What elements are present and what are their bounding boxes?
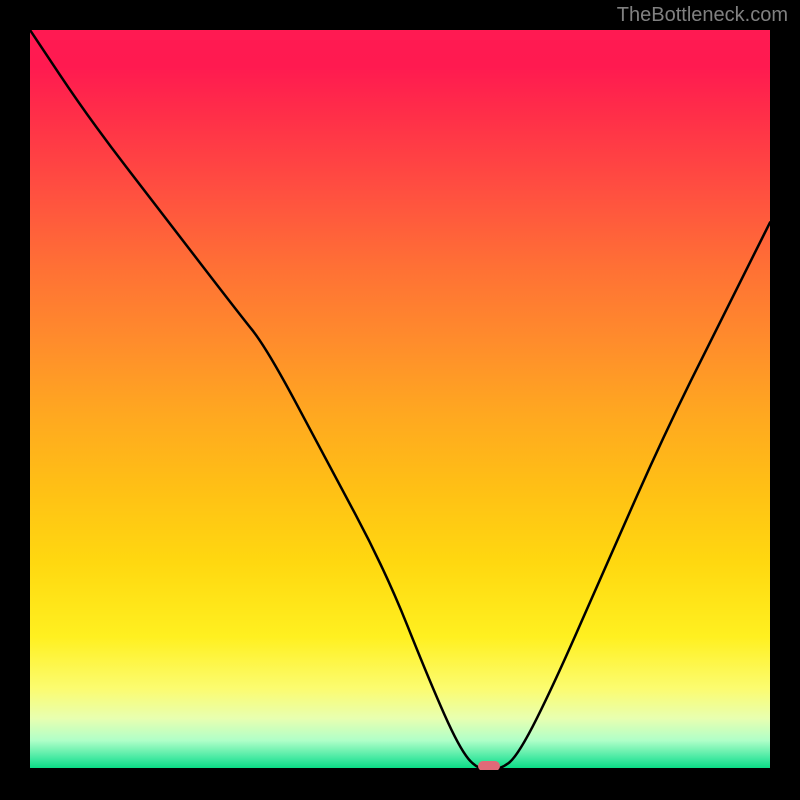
optimal-point-marker bbox=[478, 761, 500, 770]
bottleneck-curve bbox=[30, 30, 770, 770]
plot-area bbox=[30, 30, 770, 770]
watermark-text: TheBottleneck.com bbox=[617, 4, 788, 27]
chart-frame: TheBottleneck.com bbox=[0, 0, 800, 800]
curve-layer bbox=[30, 30, 770, 770]
